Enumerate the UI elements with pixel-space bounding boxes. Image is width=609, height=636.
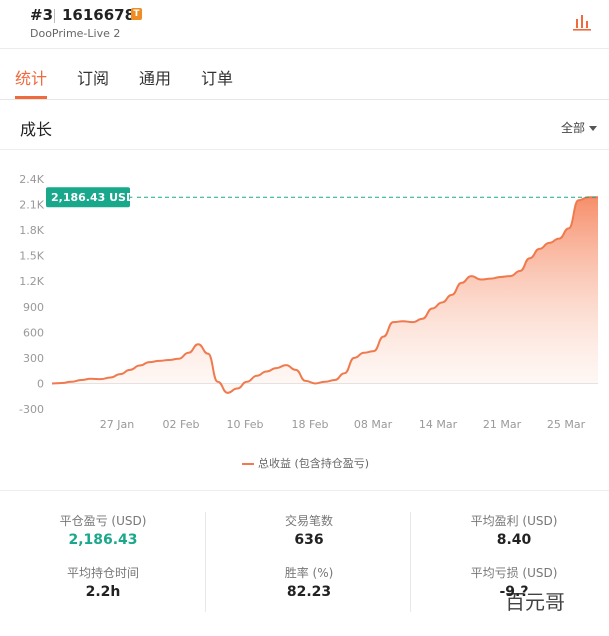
y-tick-label: -300 [19, 403, 44, 416]
account-header: #3 1616678 T DooPrime-Live 2 [0, 0, 609, 49]
tab-bar: 统计 订阅 通用 订单 [0, 49, 609, 100]
stats-column-separator [205, 512, 206, 612]
legend-swatch [242, 463, 254, 465]
win-rate-label: 胜率 (%) [284, 566, 334, 580]
y-tick-label: 2.1K [19, 199, 44, 212]
growth-chart: 2.4K 2.1K 1.8K 1.5K 1.2K 900 600 300 0 -300 27 Ja… [19, 173, 598, 431]
avg-loss-label: 平均亏损 (USD) [470, 566, 558, 580]
x-tick-label: 21 Mar [483, 418, 522, 431]
x-tick-label: 18 Feb [292, 418, 329, 431]
y-tick-label: 1.5K [19, 250, 44, 263]
growth-section-header: 成长 全部 [0, 100, 609, 150]
growth-area [52, 197, 598, 393]
y-tick-label: 900 [23, 301, 44, 314]
tab-subscription[interactable]: 订阅 [77, 65, 109, 89]
y-axis-ticks: 2.4K 2.1K 1.8K 1.5K 1.2K 900 600 300 0 -300 [19, 173, 45, 416]
avg-profit-label: 平均盈利 (USD) [470, 514, 558, 528]
closed-pnl-value: 2,186.43 [68, 532, 138, 548]
tab-orders[interactable]: 订单 [201, 65, 233, 89]
x-tick-label: 08 Mar [354, 418, 393, 431]
x-tick-label: 14 Mar [419, 418, 458, 431]
legend-label: 总收益 (包含持仓盈亏) [258, 457, 370, 470]
x-tick-label: 02 Feb [163, 418, 200, 431]
watermark: 百元哥 [505, 590, 565, 614]
y-tick-label: 0 [37, 377, 44, 390]
trade-count-value: 636 [294, 532, 324, 548]
x-tick-label: 10 Feb [227, 418, 264, 431]
period-filter-label: 全部 [561, 121, 586, 135]
caret-down-icon [589, 126, 598, 131]
header-separator [54, 9, 55, 23]
server-name: DooPrime-Live 2 [30, 27, 121, 40]
avg-hold-time-value: 2.2h [85, 584, 121, 600]
y-tick-label: 300 [23, 352, 44, 365]
tab-statistics[interactable]: 统计 [15, 65, 47, 89]
win-rate-value: 82.23 [286, 584, 332, 600]
account-number: 1616678 [62, 6, 136, 24]
tab-general[interactable]: 通用 [139, 65, 171, 89]
chart-legend: 总收益 (包含持仓盈亏) [242, 455, 369, 471]
y-tick-label: 600 [23, 326, 44, 339]
x-tick-label: 27 Jan [100, 418, 134, 431]
x-axis-ticks: 27 Jan 02 Feb 10 Feb 18 Feb 08 Mar 14 Mar 21 M… [100, 418, 586, 431]
stats-divider [0, 490, 609, 491]
closed-pnl-label: 平仓盈亏 (USD) [59, 514, 147, 528]
stats-column-separator [410, 512, 411, 612]
y-tick-label: 1.2K [19, 275, 44, 288]
bar-chart-icon[interactable] [571, 12, 593, 32]
y-tick-label: 2.4K [19, 173, 44, 186]
trade-count-label: 交易笔数 [284, 514, 333, 528]
current-value-label: 2,186.43 USD [51, 191, 135, 204]
period-filter-dropdown[interactable]: 全部 [561, 119, 598, 136]
y-tick-label: 1.8K [19, 224, 44, 237]
account-type-badge: T [131, 8, 142, 20]
section-title: 成长 [20, 120, 53, 139]
x-tick-label: 25 Mar [547, 418, 586, 431]
avg-profit-value: 8.40 [496, 532, 532, 548]
avg-hold-time-label: 平均持仓时间 [66, 566, 139, 580]
rank-label: #3 [30, 6, 54, 24]
active-tab-indicator [15, 96, 47, 99]
